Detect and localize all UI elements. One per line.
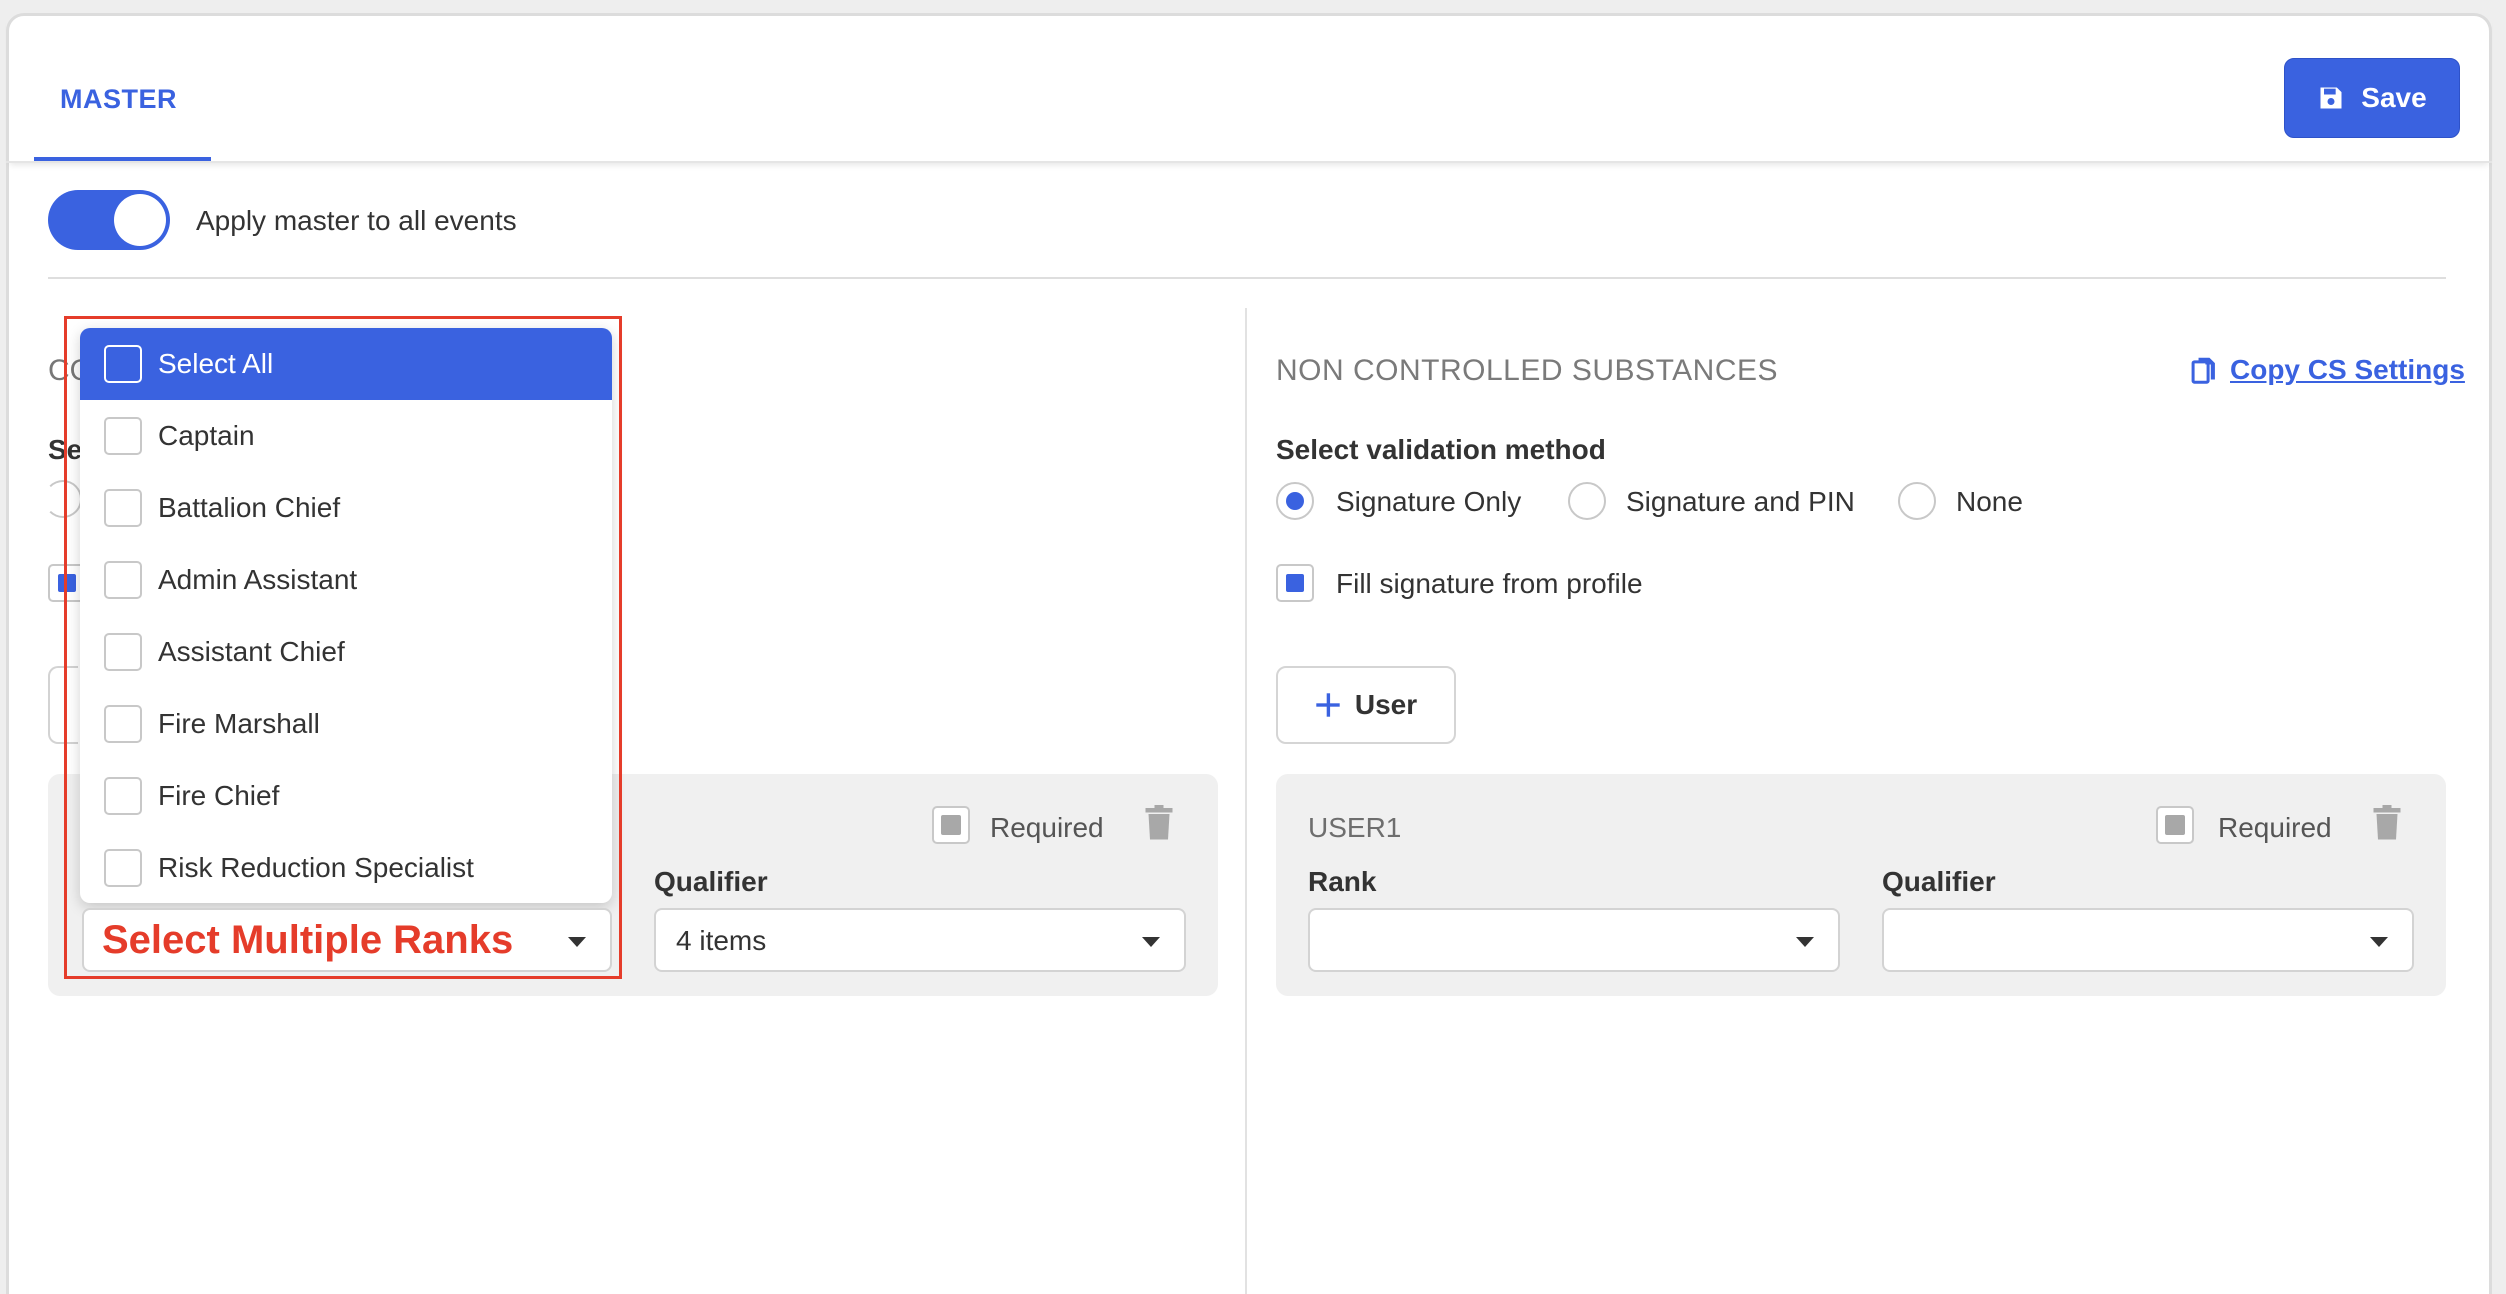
rank-option-label: Fire Marshall — [158, 708, 320, 739]
add-user-button[interactable]: User — [1276, 666, 1456, 744]
user1-qualifier-select[interactable] — [1882, 908, 2414, 972]
add-user-label: User — [1354, 689, 1418, 720]
rank-option-label: Admin Assistant — [158, 564, 358, 595]
left-validation-label: Se — [48, 434, 83, 465]
tab-active-indicator — [34, 157, 211, 161]
tab-bar — [6, 13, 2492, 163]
radio-signature-only-label: Signature Only — [1336, 486, 1522, 517]
caret-down-icon — [2370, 937, 2388, 947]
user1-rank-select[interactable] — [1308, 908, 1840, 972]
trash-icon[interactable] — [1144, 804, 1174, 842]
user1-required-checkbox[interactable] — [2156, 806, 2194, 844]
radio-signature-and-pin-label: Signature and PIN — [1626, 486, 1855, 517]
radio-none-label: None — [1956, 486, 2023, 517]
rank-option-label: Risk Reduction Specialist — [158, 852, 474, 883]
fill-signature-label: Fill signature from profile — [1336, 568, 1643, 599]
rank-option-checkbox[interactable] — [104, 777, 142, 815]
trash-icon[interactable] — [2372, 804, 2402, 842]
rank-option-assistant-chief[interactable]: Assistant Chief — [80, 616, 612, 688]
left-add-user-button[interactable] — [48, 666, 78, 744]
copy-cs-settings-label: Copy CS Settings — [2230, 354, 2465, 385]
user1-rank-label: Rank — [1308, 866, 1377, 897]
left-rank-select[interactable]: Select Multiple Ranks — [82, 908, 612, 972]
rank-option-checkbox[interactable] — [104, 849, 142, 887]
rank-dropdown-menu: Select All Captain Battalion Chief Admin… — [80, 328, 612, 903]
rank-option-fire-chief[interactable]: Fire Chief — [80, 760, 612, 832]
radio-none[interactable] — [1898, 482, 1936, 520]
caret-down-icon — [568, 937, 586, 947]
save-button[interactable]: Save — [2284, 58, 2460, 138]
save-button-label: Save — [2361, 82, 2427, 113]
user1-title: USER1 — [1308, 812, 1402, 843]
rank-option-battalion-chief[interactable]: Battalion Chief — [80, 472, 612, 544]
copy-cs-settings-link[interactable]: Copy CS Settings — [2190, 354, 2465, 386]
divider — [48, 277, 2446, 279]
copy-icon — [2191, 357, 2215, 384]
rank-option-label: Fire Chief — [158, 780, 280, 811]
left-qualifier-select[interactable]: 4 items — [654, 908, 1186, 972]
annotation-select-multiple-ranks: Select Multiple Ranks — [102, 918, 514, 962]
rank-option-checkbox[interactable] — [104, 345, 142, 383]
rank-option-risk-reduction-specialist[interactable]: Risk Reduction Specialist — [80, 832, 612, 903]
caret-down-icon — [1142, 937, 1160, 947]
user1-required-label: Required — [2218, 812, 2332, 843]
fill-signature-checkbox[interactable] — [1276, 564, 1314, 602]
left-qualifier-value: 4 items — [676, 925, 767, 956]
toggle-knob — [114, 194, 166, 246]
apply-master-label: Apply master to all events — [196, 205, 517, 236]
column-divider — [1245, 308, 1247, 1294]
user1-card: USER1 Required Rank Qualifier — [1276, 774, 2446, 996]
rank-option-select-all[interactable]: Select All — [80, 328, 612, 400]
radio-signature-only[interactable] — [1276, 482, 1314, 520]
plus-icon — [1316, 693, 1340, 717]
rank-option-label: Assistant Chief — [158, 636, 345, 667]
tab-master[interactable]: MASTER — [60, 84, 177, 115]
floppy-disk-icon — [2320, 87, 2342, 109]
rank-option-fire-marshall[interactable]: Fire Marshall — [80, 688, 612, 760]
rank-option-label: Captain — [158, 420, 255, 451]
rank-option-checkbox[interactable] — [104, 417, 142, 455]
caret-down-icon — [1796, 937, 1814, 947]
left-qualifier-label: Qualifier — [654, 866, 768, 897]
section-title-non-controlled: NON CONTROLLED SUBSTANCES — [1276, 354, 1779, 387]
rank-option-checkbox[interactable] — [104, 705, 142, 743]
rank-option-captain[interactable]: Captain — [80, 400, 612, 472]
rank-option-checkbox[interactable] — [104, 489, 142, 527]
apply-master-toggle[interactable] — [48, 190, 170, 250]
validation-method-label: Select validation method — [1276, 434, 1606, 465]
user1-qualifier-label: Qualifier — [1882, 866, 1996, 897]
left-required-label: Required — [990, 812, 1104, 843]
left-required-checkbox[interactable] — [932, 806, 970, 844]
radio-signature-and-pin[interactable] — [1568, 482, 1606, 520]
rank-option-checkbox[interactable] — [104, 633, 142, 671]
rank-option-label: Select All — [158, 348, 274, 379]
left-radio-partial[interactable] — [44, 480, 82, 518]
rank-option-admin-assistant[interactable]: Admin Assistant — [80, 544, 612, 616]
rank-option-checkbox[interactable] — [104, 561, 142, 599]
rank-option-label: Battalion Chief — [158, 492, 341, 523]
